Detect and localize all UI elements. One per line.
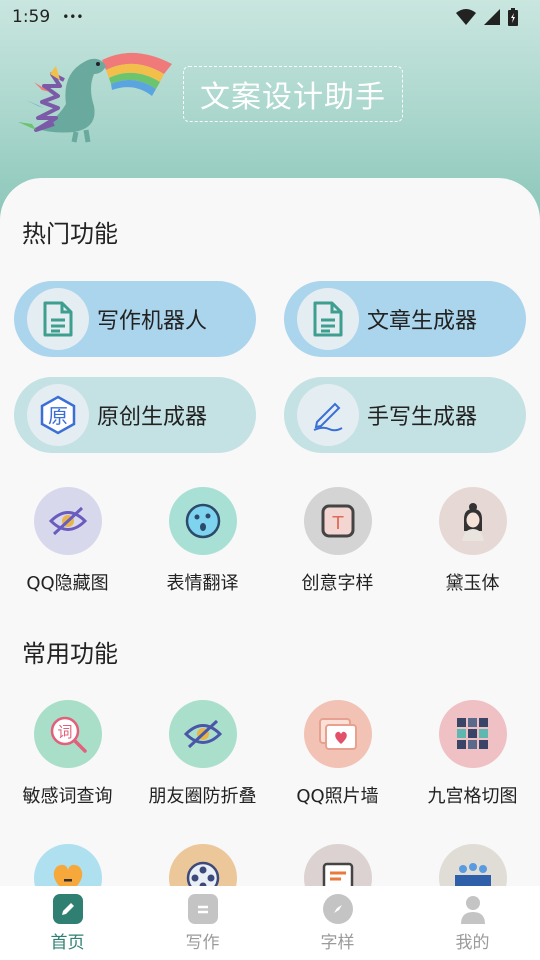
- dinosaur-illustration: [18, 52, 172, 143]
- signal-icon: [484, 9, 500, 25]
- emoji-translate-item[interactable]: 表情翻译: [135, 487, 270, 597]
- nav-label: 写作: [185, 933, 220, 953]
- pill-label: 写作机器人: [97, 309, 208, 334]
- item-label: 九宫格切图: [427, 786, 518, 807]
- compass-icon: [322, 894, 353, 924]
- writing-robot-button[interactable]: 写作机器人: [14, 281, 256, 357]
- word-search-text: 词: [57, 723, 72, 741]
- nav-writing[interactable]: 写作: [135, 886, 270, 960]
- original-badge-icon: 原: [27, 384, 89, 446]
- item-label: 创意字样: [301, 573, 374, 594]
- person-icon: [458, 894, 488, 924]
- original-badge-text: 原: [48, 404, 68, 428]
- common-section-title: 常用功能: [22, 640, 118, 668]
- pill-label: 手写生成器: [367, 405, 478, 430]
- bottom-navigation: 首页 写作 字样 我的: [0, 886, 540, 960]
- nav-label: 首页: [50, 933, 85, 953]
- pill-label: 原创生成器: [97, 405, 208, 430]
- qq-hidden-image-item[interactable]: QQ隐藏图: [0, 487, 135, 597]
- nav-mine[interactable]: 我的: [405, 886, 540, 960]
- doc-lines-icon: [187, 894, 218, 924]
- daiyu-font-item[interactable]: 黛玉体: [405, 487, 540, 597]
- pen-icon: [297, 384, 359, 446]
- content-card: 热门功能 写作机器人 文章生成器 原 原创生成器 手写生成器 QQ隐藏图 表情翻…: [0, 178, 540, 898]
- app-title: 文案设计助手: [183, 66, 403, 122]
- qq-photo-wall-item[interactable]: QQ照片墙: [270, 700, 405, 810]
- pill-label: 文章生成器: [367, 309, 478, 334]
- status-bar: 1:59 •••: [0, 0, 540, 34]
- eye-hidden-icon: [168, 700, 237, 768]
- item-label: QQ隐藏图: [26, 573, 109, 594]
- nine-grid-cut-item[interactable]: 九宫格切图: [405, 700, 540, 810]
- nav-lettering[interactable]: 字样: [270, 886, 405, 960]
- item-label: 黛玉体: [445, 573, 500, 594]
- item-label: 敏感词查询: [22, 786, 113, 807]
- original-generator-button[interactable]: 原 原创生成器: [14, 377, 256, 453]
- word-search-icon: 词: [33, 700, 102, 768]
- photo-heart-icon: [303, 700, 372, 768]
- moments-anti-fold-item[interactable]: 朋友圈防折叠: [135, 700, 270, 810]
- creative-lettering-item[interactable]: T 创意字样: [270, 487, 405, 597]
- status-dots: •••: [62, 10, 84, 24]
- emoji-face-icon: [168, 487, 237, 555]
- nav-home[interactable]: 首页: [0, 886, 135, 960]
- nav-label: 我的: [455, 933, 490, 953]
- sensitive-word-item[interactable]: 词 敏感词查询: [0, 700, 135, 810]
- edit-square-icon: [52, 894, 83, 924]
- letter-t-icon: T: [303, 487, 372, 555]
- item-label: 表情翻译: [166, 573, 239, 594]
- hot-section-title: 热门功能: [22, 220, 118, 248]
- battery-icon: [508, 8, 518, 26]
- article-generator-button[interactable]: 文章生成器: [284, 281, 526, 357]
- item-label: QQ照片墙: [296, 786, 379, 807]
- item-label: 朋友圈防折叠: [148, 786, 257, 807]
- document-icon: [27, 288, 89, 350]
- document-icon: [297, 288, 359, 350]
- status-time: 1:59: [12, 7, 51, 27]
- eye-hidden-icon: [33, 487, 102, 555]
- wifi-icon: [456, 9, 476, 25]
- grid-nine-icon: [438, 700, 507, 768]
- girl-avatar-icon: [438, 487, 507, 555]
- handwriting-generator-button[interactable]: 手写生成器: [284, 377, 526, 453]
- nav-label: 字样: [320, 933, 355, 953]
- letter-t-text: T: [331, 513, 344, 534]
